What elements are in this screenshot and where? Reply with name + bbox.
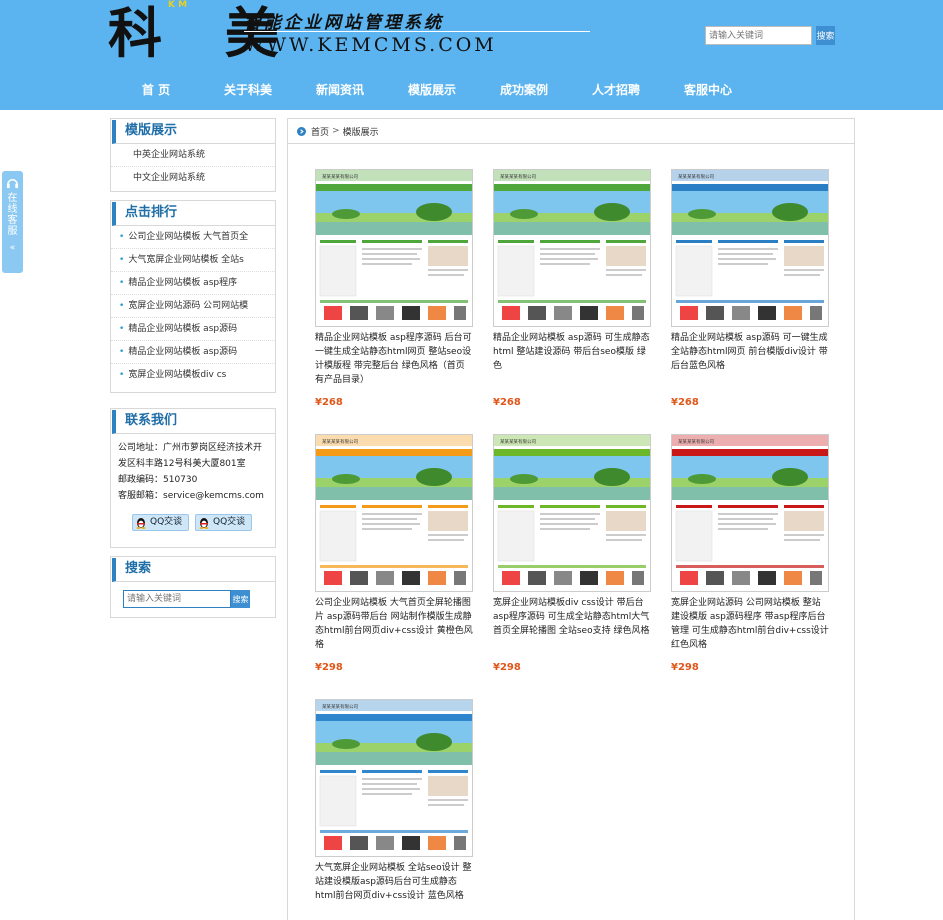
nav-item-news[interactable]: 新闻资讯: [294, 80, 386, 100]
qq-chat-button[interactable]: QQ交谈: [132, 514, 189, 531]
product-price: ¥298: [671, 662, 699, 673]
breadcrumb-current[interactable]: 模版展示: [343, 125, 379, 138]
breadcrumb-home[interactable]: 首页: [311, 125, 329, 138]
product-thumbnail[interactable]: 某某某某有限公司: [315, 169, 473, 327]
nav-item-about[interactable]: 关于科美: [202, 80, 294, 100]
logo-tag: K M: [168, 0, 188, 10]
breadcrumb-separator: >: [332, 126, 340, 136]
ranking-item[interactable]: 精品企业网站模板 asp程序: [111, 272, 275, 295]
breadcrumb-arrow-icon: [297, 126, 306, 136]
header-search-button[interactable]: 搜索: [816, 26, 835, 45]
template-preview-image: 某某某某有限公司: [494, 170, 650, 326]
category-item[interactable]: 中文企业网站系统: [111, 167, 275, 190]
contact-address-line2: 发区科丰路12号科美大厦801室: [118, 459, 246, 469]
product-title[interactable]: 宽屏企业网站模板div css设计 带后台asp程序源码 可生成全站静态html…: [493, 596, 651, 652]
contact-email: 客服邮箱：service@kemcms.com: [118, 491, 264, 501]
ranking-item[interactable]: 精品企业网站模板 asp源码: [111, 341, 275, 364]
logo-slogan: 智能企业网站管理系统: [244, 13, 444, 33]
ranking-item[interactable]: 宽屏企业网站模板div cs: [111, 364, 275, 387]
template-preview-image: 某某某某有限公司: [316, 170, 472, 326]
product-title[interactable]: 精品企业网站模板 asp源码 可一键生成全站静态html网页 前台模版div设计…: [671, 331, 829, 387]
template-preview-image: 某某某某有限公司: [316, 700, 472, 856]
product-thumbnail[interactable]: 某某某某有限公司: [671, 169, 829, 327]
headset-icon: [6, 179, 19, 189]
qq-chat-label: QQ交谈: [213, 517, 246, 527]
template-category-box: 模版展示 中英企业网站系统 中文企业网站系统: [110, 118, 276, 192]
collapse-arrow-icon[interactable]: «: [2, 243, 23, 253]
qq-chat-button[interactable]: QQ交谈: [195, 514, 252, 531]
click-ranking-title: 点击排行: [112, 202, 275, 226]
sidebar-search-button[interactable]: 搜索: [231, 590, 250, 608]
site-header: 科 美 K M 智能企业网站管理系统 WWW.KEMCMS.COM 搜索 首 页…: [0, 0, 943, 110]
product-title[interactable]: 宽屏企业网站源码 公司网站模板 整站建设模版 asp源码程序 带asp程序后台管…: [671, 596, 829, 652]
contact-address-line1: 公司地址：广州市萝岗区经济技术开: [118, 443, 263, 453]
online-service-label: 在线客服: [7, 193, 18, 237]
template-preview-image: 某某某某有限公司: [672, 435, 828, 591]
template-preview-image: 某某某某有限公司: [494, 435, 650, 591]
qq-chat-label: QQ交谈: [150, 517, 183, 527]
product-card[interactable]: 某某某某有限公司宽屏企业网站模板div css设计 带后台asp程序源码 可生成…: [493, 434, 651, 673]
product-title[interactable]: 大气宽屏企业网站模板 全站seo设计 整站建设模版asp源码后台可生成静态htm…: [315, 861, 473, 917]
contact-title: 联系我们: [112, 410, 275, 434]
thumb-company: 某某某某有限公司: [678, 173, 714, 180]
product-title[interactable]: 公司企业网站模板 大气首页全屏轮播图片 asp源码带后台 网站制作模版生成静态h…: [315, 596, 473, 652]
product-card[interactable]: 某某某某有限公司精品企业网站模板 asp程序源码 后台可一键生成全站静态html…: [315, 169, 473, 408]
qq-penguin-icon: [199, 517, 209, 529]
logo-divider: [244, 31, 590, 32]
nav-item-service[interactable]: 客服中心: [662, 80, 754, 100]
thumb-company: 某某某某有限公司: [678, 438, 714, 445]
product-thumbnail[interactable]: 某某某某有限公司: [315, 699, 473, 857]
product-thumbnail[interactable]: 某某某某有限公司: [493, 169, 651, 327]
header-search: 搜索: [705, 26, 835, 45]
category-item[interactable]: 中英企业网站系统: [111, 144, 275, 167]
product-card[interactable]: 某某某某有限公司大气宽屏企业网站模板 全站seo设计 整站建设模版asp源码后台…: [315, 699, 473, 917]
product-card[interactable]: 某某某某有限公司精品企业网站模板 asp源码 可生成静态html 整站建设源码 …: [493, 169, 651, 408]
sidebar-search-box: 搜索 搜索: [110, 556, 276, 618]
product-price: ¥268: [671, 397, 699, 408]
online-service-tab[interactable]: 在线客服 «: [2, 171, 23, 273]
template-preview-image: 某某某某有限公司: [316, 435, 472, 591]
sidebar-search-title: 搜索: [112, 558, 275, 582]
product-title[interactable]: 精品企业网站模板 asp程序源码 后台可一键生成全站静态html网页 整站seo…: [315, 331, 473, 387]
site-logo[interactable]: 科 美 K M 智能企业网站管理系统 WWW.KEMCMS.COM: [108, 0, 590, 64]
product-card[interactable]: 某某某某有限公司宽屏企业网站源码 公司网站模板 整站建设模版 asp源码程序 带…: [671, 434, 829, 673]
product-price: ¥268: [315, 397, 343, 408]
main-content: 首页 > 模版展示 某某某某有限公司精品企业网站模板 asp程序源码 后台可一键…: [287, 118, 855, 920]
contact-postcode: 邮政编码：510730: [118, 475, 198, 485]
product-card[interactable]: 某某某某有限公司精品企业网站模板 asp源码 可一键生成全站静态html网页 前…: [671, 169, 829, 408]
product-price: ¥268: [493, 397, 521, 408]
breadcrumb: 首页 > 模版展示: [288, 119, 854, 144]
ranking-item[interactable]: 大气宽屏企业网站模板 全站s: [111, 249, 275, 272]
header-search-input[interactable]: [705, 26, 812, 45]
click-ranking-box: 点击排行 公司企业网站模板 大气首页全 大气宽屏企业网站模板 全站s 精品企业网…: [110, 200, 276, 393]
product-title[interactable]: 精品企业网站模板 asp源码 可生成静态html 整站建设源码 带后台seo模版…: [493, 331, 651, 387]
qq-penguin-icon: [136, 517, 146, 529]
sidebar-search-input[interactable]: [123, 590, 231, 608]
nav-item-jobs[interactable]: 人才招聘: [570, 80, 662, 100]
contact-box: 联系我们 公司地址：广州市萝岗区经济技术开 发区科丰路12号科美大厦801室 邮…: [110, 408, 276, 548]
ranking-item[interactable]: 宽屏企业网站源码 公司网站模: [111, 295, 275, 318]
logo-url: WWW.KEMCMS.COM: [244, 34, 497, 56]
nav-item-cases[interactable]: 成功案例: [478, 80, 570, 100]
product-price: ¥298: [315, 662, 343, 673]
ranking-item[interactable]: 公司企业网站模板 大气首页全: [111, 226, 275, 249]
product-thumbnail[interactable]: 某某某某有限公司: [493, 434, 651, 592]
product-thumbnail[interactable]: 某某某某有限公司: [671, 434, 829, 592]
thumb-company: 某某某某有限公司: [322, 173, 358, 180]
nav-item-home[interactable]: 首 页: [110, 80, 202, 100]
template-category-title: 模版展示: [112, 120, 275, 144]
product-thumbnail[interactable]: 某某某某有限公司: [315, 434, 473, 592]
product-card[interactable]: 某某某某有限公司公司企业网站模板 大气首页全屏轮播图片 asp源码带后台 网站制…: [315, 434, 473, 673]
ranking-item[interactable]: 精品企业网站模板 asp源码: [111, 318, 275, 341]
thumb-company: 某某某某有限公司: [500, 173, 536, 180]
thumb-company: 某某某某有限公司: [322, 703, 358, 710]
nav-item-templates[interactable]: 模版展示: [386, 80, 478, 100]
thumb-company: 某某某某有限公司: [322, 438, 358, 445]
main-nav: 首 页 关于科美 新闻资讯 模版展示 成功案例 人才招聘 客服中心: [110, 80, 754, 100]
product-price: ¥298: [493, 662, 521, 673]
template-preview-image: 某某某某有限公司: [672, 170, 828, 326]
thumb-company: 某某某某有限公司: [500, 438, 536, 445]
